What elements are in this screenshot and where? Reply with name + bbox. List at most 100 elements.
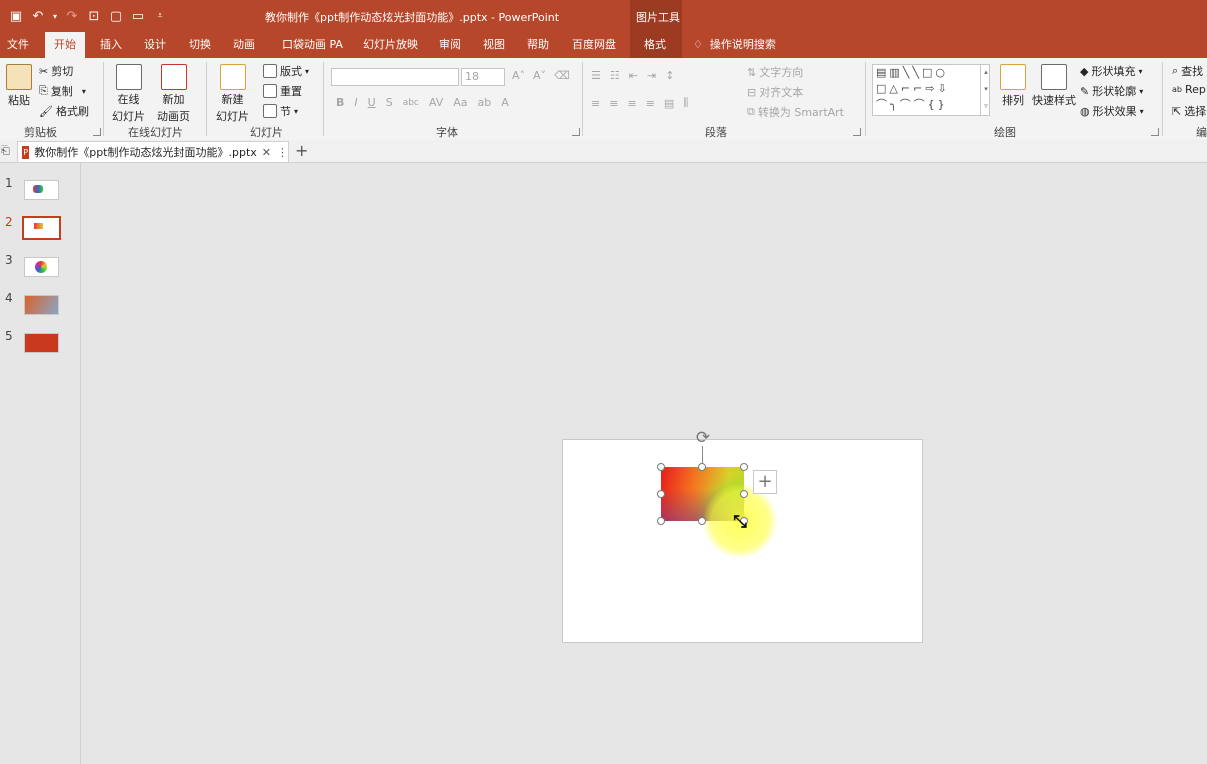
new-slide-button[interactable]: 新建 幻灯片 bbox=[216, 64, 249, 124]
bold-icon[interactable]: B bbox=[336, 96, 344, 109]
resize-handle-top-right[interactable] bbox=[740, 463, 748, 471]
grow-font-icon[interactable]: A˄ bbox=[512, 69, 525, 82]
align-right-icon[interactable]: ≡ bbox=[627, 97, 636, 110]
layout-options-plus-icon[interactable]: + bbox=[753, 470, 777, 494]
tab-slideshow[interactable]: 幻灯片放映 bbox=[363, 32, 418, 58]
shapes-gallery-scroll[interactable]: ▴ ▾ ▿ bbox=[980, 64, 991, 116]
arrange-button[interactable]: 排列 bbox=[1000, 64, 1026, 108]
tab-animations[interactable]: 动画 bbox=[233, 32, 255, 58]
resize-handle-bottom-left[interactable] bbox=[657, 517, 665, 525]
paste-button[interactable]: 粘贴 bbox=[6, 64, 32, 108]
tab-pocket-animation[interactable]: 口袋动画 PA bbox=[282, 32, 343, 58]
select-button[interactable]: ⇱ 选择 bbox=[1172, 103, 1206, 119]
align-text-button[interactable]: ⊟ 对齐文本 bbox=[747, 84, 803, 100]
slide-thumbnail-5[interactable] bbox=[24, 333, 59, 353]
drawing-launcher-icon[interactable] bbox=[1151, 128, 1159, 136]
font-launcher-icon[interactable] bbox=[572, 128, 580, 136]
strikethrough-icon[interactable]: abc bbox=[403, 98, 419, 108]
layout-button[interactable]: 版式 ▾ bbox=[263, 63, 309, 79]
font-color-icon[interactable]: A bbox=[501, 96, 509, 109]
shape-fill-button[interactable]: ◆ 形状填充 ▾ bbox=[1080, 63, 1142, 79]
bullets-icon[interactable]: ☰ bbox=[591, 69, 601, 82]
section-button[interactable]: 节 ▾ bbox=[263, 103, 298, 119]
shadow-icon[interactable]: S bbox=[386, 96, 393, 109]
resize-handle-bottom[interactable] bbox=[698, 517, 706, 525]
paragraph-launcher-icon[interactable] bbox=[853, 128, 861, 136]
undo-dropdown-icon[interactable]: ▾ bbox=[50, 7, 60, 25]
chevron-down-icon: ▾ bbox=[81, 86, 86, 96]
tab-transitions[interactable]: 切换 bbox=[189, 32, 211, 58]
slide-thumbnail-4[interactable] bbox=[24, 295, 59, 315]
paragraph-group-label: 段落 bbox=[705, 126, 727, 139]
distributed-icon[interactable]: ▤ bbox=[664, 97, 674, 110]
char-spacing-icon[interactable]: AV bbox=[429, 96, 443, 109]
slide-thumbnail-3[interactable] bbox=[24, 257, 59, 277]
tab-design[interactable]: 设计 bbox=[144, 32, 166, 58]
reset-icon bbox=[263, 84, 277, 98]
slide-thumbnail-2[interactable] bbox=[22, 216, 61, 240]
slide-thumbnail-1[interactable] bbox=[24, 180, 59, 200]
online-slides-button[interactable]: 在线 幻灯片 bbox=[112, 64, 145, 124]
numbering-icon[interactable]: ☷ bbox=[610, 69, 620, 82]
more-options-icon[interactable]: ⋮ bbox=[277, 146, 288, 159]
tab-baidu-netdisk[interactable]: 百度网盘 bbox=[572, 32, 616, 58]
copy-button[interactable]: ⎘ 复制 ▾ bbox=[39, 83, 86, 99]
redo-icon[interactable]: ↷ bbox=[62, 7, 82, 25]
new-animation-label-1: 新加 bbox=[162, 93, 185, 106]
tab-view[interactable]: 视图 bbox=[483, 32, 505, 58]
shape-effects-button[interactable]: ◍ 形状效果 ▾ bbox=[1080, 103, 1144, 119]
resize-handle-left[interactable] bbox=[657, 490, 665, 498]
picture-tools-header: 图片工具 bbox=[630, 0, 682, 32]
cut-button[interactable]: ✂ 剪切 bbox=[39, 63, 73, 79]
save-icon[interactable]: ▣ bbox=[6, 7, 26, 25]
align-center-icon[interactable]: ≡ bbox=[609, 97, 618, 110]
line-spacing-icon[interactable]: ↕ bbox=[665, 69, 674, 82]
document-tab[interactable]: P 教你制作《ppt制作动态炫光封面功能》.pptx ✕ ⋮ bbox=[17, 141, 289, 162]
tab-insert[interactable]: 插入 bbox=[100, 32, 122, 58]
close-icon[interactable]: ✕ bbox=[262, 146, 271, 159]
resize-handle-top[interactable] bbox=[698, 463, 706, 471]
font-size-dropdown[interactable]: 18 bbox=[461, 68, 505, 86]
rotate-handle-icon[interactable]: ⟳ bbox=[694, 429, 712, 447]
justify-icon[interactable]: ≡ bbox=[646, 97, 655, 110]
highlight-icon[interactable]: ab bbox=[478, 96, 492, 109]
change-case-icon[interactable]: Aa bbox=[453, 96, 467, 109]
tab-file[interactable]: 文件 bbox=[7, 32, 29, 58]
underline-icon[interactable]: U bbox=[368, 96, 376, 109]
columns-icon[interactable]: ⫼ bbox=[683, 96, 688, 110]
start-from-beginning-icon[interactable]: ⊡ bbox=[84, 7, 104, 25]
font-name-dropdown[interactable] bbox=[331, 68, 459, 86]
find-button[interactable]: ⌕ 查找 bbox=[1172, 63, 1203, 79]
tab-review[interactable]: 审阅 bbox=[439, 32, 461, 58]
decrease-indent-icon[interactable]: ⇤ bbox=[629, 69, 638, 82]
shape-outline-button[interactable]: ✎ 形状轮廓 ▾ bbox=[1080, 83, 1143, 99]
text-direction-button[interactable]: ⇅ 文字方向 bbox=[747, 64, 803, 80]
format-painter-button[interactable]: 🖌 格式刷 bbox=[39, 103, 89, 119]
resize-handle-top-left[interactable] bbox=[657, 463, 665, 471]
quick-styles-button[interactable]: 快速样式 bbox=[1032, 64, 1076, 108]
tab-format[interactable]: 格式 bbox=[644, 32, 666, 58]
replace-button[interactable]: ab Rep bbox=[1172, 83, 1206, 96]
undo-icon[interactable]: ↶ bbox=[28, 7, 48, 25]
tab-home[interactable]: 开始 bbox=[45, 32, 85, 58]
tab-help[interactable]: 帮助 bbox=[527, 32, 549, 58]
text-direction-icon: ⇅ bbox=[747, 65, 757, 79]
increase-indent-icon[interactable]: ⇥ bbox=[647, 69, 656, 82]
reset-button[interactable]: 重置 bbox=[263, 83, 302, 99]
convert-smartart-button[interactable]: ⧉ 转换为 SmartArt bbox=[747, 104, 844, 120]
new-tab-plus-icon[interactable]: + bbox=[295, 141, 308, 160]
clear-formatting-icon[interactable]: ⌫ bbox=[554, 69, 570, 82]
slide-number: 4 bbox=[5, 291, 13, 305]
resize-handle-right[interactable] bbox=[740, 490, 748, 498]
doc-tab-menu-icon[interactable]: ⎗ bbox=[1, 144, 10, 158]
new-file-icon[interactable]: ▢ bbox=[106, 7, 126, 25]
shrink-font-icon[interactable]: A˅ bbox=[533, 69, 546, 82]
customize-toolbar-icon[interactable]: ⩡ bbox=[150, 7, 170, 25]
italic-icon[interactable]: I bbox=[354, 96, 357, 109]
new-animation-page-button[interactable]: 新加 动画页 bbox=[157, 64, 190, 124]
open-folder-icon[interactable]: ▭ bbox=[128, 7, 148, 25]
shapes-gallery[interactable]: ▤▥╲╲□○ □△⌐⌐⇨⇩ ⌒╮⌒⌒{} bbox=[872, 64, 990, 116]
align-left-icon[interactable]: ≡ bbox=[591, 97, 600, 110]
tell-me-search[interactable]: ♢ 操作说明搜索 bbox=[693, 32, 776, 58]
clipboard-launcher-icon[interactable] bbox=[93, 128, 101, 136]
